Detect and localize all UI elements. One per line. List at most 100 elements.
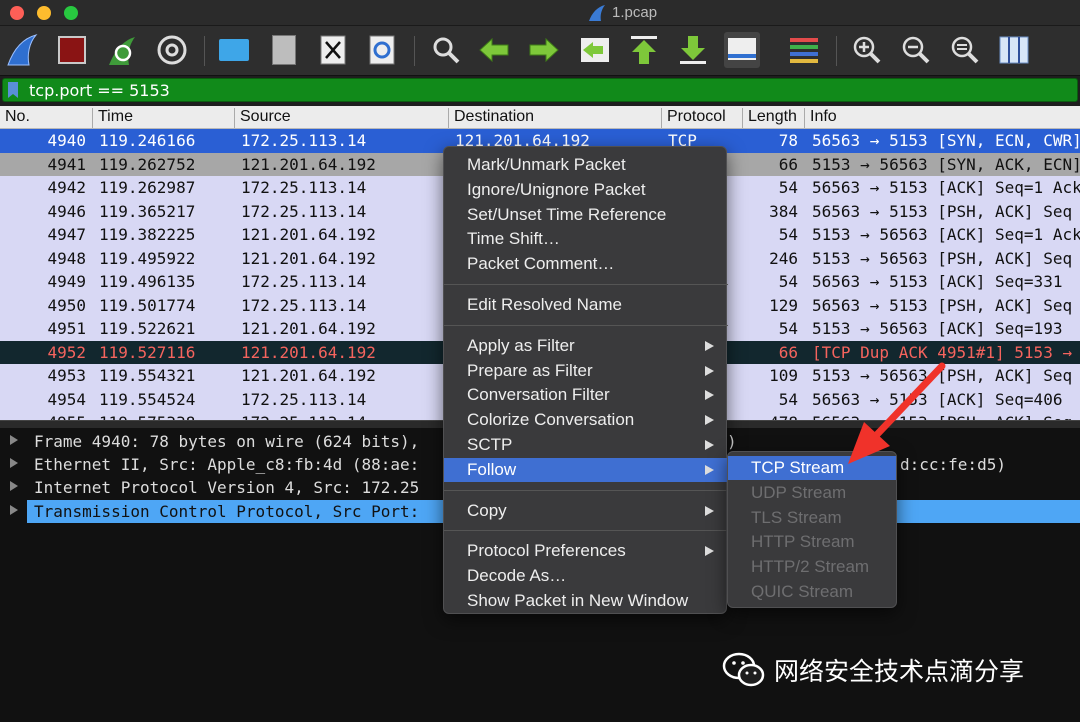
packet-cell-time: 119.262752: [99, 154, 196, 174]
packet-cell-len: 78: [778, 131, 798, 150]
menu-item-apply-as-filter[interactable]: Apply as Filter: [444, 334, 728, 358]
go-first-icon[interactable]: [626, 32, 662, 68]
menu-item-conversation-filter[interactable]: Conversation Filter: [444, 383, 728, 407]
menu-item-sctp[interactable]: SCTP: [444, 433, 728, 457]
expand-triangle-icon[interactable]: [10, 505, 18, 515]
expand-triangle-icon[interactable]: [10, 481, 18, 491]
submenu-arrow-icon: [705, 390, 714, 401]
go-to-packet-icon[interactable]: [577, 32, 613, 68]
autoscroll-icon[interactable]: [724, 32, 760, 68]
column-header-time[interactable]: Time: [92, 108, 133, 128]
menu-item-label: Edit Resolved Name: [467, 295, 622, 314]
column-header-info[interactable]: Info: [804, 108, 837, 128]
open-file-icon[interactable]: [216, 32, 252, 68]
detail-text: Frame 4940: 78 bytes on wire (624 bits),: [34, 432, 420, 451]
packet-cell-len: 54: [778, 389, 798, 409]
packet-cell-len: 384: [769, 201, 798, 221]
capture-options-icon[interactable]: [154, 32, 190, 68]
submenu-arrow-icon: [705, 365, 714, 376]
submenu-item-http-2-stream: HTTP/2 Stream: [751, 557, 870, 577]
save-file-icon[interactable]: [266, 32, 302, 68]
submenu-arrow-icon: [705, 340, 714, 351]
zoom-normal-icon[interactable]: [947, 32, 983, 68]
packet-cell-time: 119.522621: [99, 319, 196, 338]
submenu-item-tls-stream: TLS Stream: [751, 507, 842, 527]
column-header-destination[interactable]: Destination: [448, 108, 534, 128]
menu-item-decode-as[interactable]: Decode As…: [444, 564, 728, 588]
packet-cell-info: 56563 → 5153 [ACK] Seq=331: [812, 272, 1063, 291]
minimize-window-button[interactable]: [37, 6, 51, 20]
stop-capture-icon[interactable]: [54, 32, 90, 68]
menu-item-show-packet-in-new-window[interactable]: Show Packet in New Window: [444, 589, 728, 613]
menu-item-label: Show Packet in New Window: [467, 591, 689, 610]
menu-item-prepare-as-filter[interactable]: Prepare as Filter: [444, 359, 728, 383]
zoom-window-button[interactable]: [64, 6, 78, 20]
colorize-icon[interactable]: [786, 32, 822, 68]
packet-cell-no: 4954: [47, 389, 86, 409]
packet-cell-src: 121.201.64.192: [241, 248, 376, 268]
packet-cell-len: 129: [769, 295, 798, 315]
resize-columns-icon[interactable]: [996, 32, 1032, 68]
restart-capture-icon[interactable]: [104, 32, 140, 68]
column-header-source[interactable]: Source: [234, 108, 291, 128]
zoom-in-icon[interactable]: [849, 32, 885, 68]
window-title: 1.pcap: [588, 4, 657, 21]
menu-item-packet-comment[interactable]: Packet Comment…: [444, 252, 728, 276]
packet-cell-src: 121.201.64.192: [241, 342, 376, 362]
menu-item-label: Packet Comment…: [467, 254, 615, 274]
packet-cell-info: 5153 → 56563 [SYN, ACK, ECN]: [812, 154, 1080, 174]
close-window-button[interactable]: [10, 6, 24, 20]
close-file-icon[interactable]: [315, 32, 351, 68]
menu-item-set-unset-time-reference[interactable]: Set/Unset Time Reference: [444, 203, 728, 227]
packet-cell-no: 4950: [47, 295, 86, 315]
menu-item-copy[interactable]: Copy: [444, 499, 728, 523]
submenu-arrow-icon: [705, 505, 714, 516]
reload-file-icon[interactable]: [364, 32, 400, 68]
detail-text: Internet Protocol Version 4, Src: 172.25: [34, 478, 420, 497]
menu-item-ignore-unignore-packet[interactable]: Ignore/Unignore Packet: [444, 178, 728, 202]
menu-item-label: Mark/Unmark Packet: [467, 155, 626, 174]
zoom-out-icon[interactable]: [898, 32, 934, 68]
detail-text: Transmission Control Protocol, Src Port:: [34, 502, 420, 521]
menu-item-mark-unmark-packet[interactable]: Mark/Unmark Packet: [444, 153, 728, 177]
menu-item-edit-resolved-name[interactable]: Edit Resolved Name: [444, 293, 728, 317]
menu-item-follow[interactable]: Follow: [444, 457, 728, 482]
packet-cell-len: 246: [769, 248, 798, 268]
submenu-arrow-icon: [705, 415, 714, 426]
watermark: 网络安全技术点滴分享: [722, 650, 1024, 690]
packet-cell-src: 121.201.64.192: [241, 225, 376, 244]
packet-cell-info: 56563 → 5153 [PSH, ACK] Seq: [812, 295, 1073, 315]
packet-cell-src: 172.25.113.14: [241, 131, 367, 150]
packet-cell-no: 4941: [47, 154, 86, 174]
packet-cell-no: 4940: [47, 131, 86, 150]
display-filter-input[interactable]: [2, 78, 1078, 102]
menu-item-label: Set/Unset Time Reference: [467, 204, 667, 224]
packet-cell-no: 4955: [0, 413, 86, 420]
packet-cell-no: 4949: [47, 272, 86, 291]
shark-fin-icon[interactable]: [4, 32, 40, 68]
menu-item-label: Follow: [467, 459, 517, 479]
menu-item-protocol-preferences[interactable]: Protocol Preferences: [444, 539, 728, 563]
packet-cell-src: 172.25.113.14: [241, 295, 367, 315]
menu-item-label: Time Shift…: [467, 229, 560, 249]
packet-cell-time: 119.495922: [99, 248, 196, 268]
expand-triangle-icon[interactable]: [10, 458, 18, 468]
go-forward-icon[interactable]: [526, 32, 562, 68]
packet-cell-info: 5153 → 56563 [ACK] Seq=1 Ack: [812, 225, 1080, 244]
submenu-item-quic-stream: QUIC Stream: [751, 582, 854, 601]
column-header-protocol[interactable]: Protocol: [661, 108, 726, 128]
column-header-no[interactable]: No.: [0, 108, 30, 128]
go-last-icon[interactable]: [675, 32, 711, 68]
menu-item-label: Protocol Preferences: [467, 541, 626, 561]
packet-cell-time: 119.382225: [99, 225, 196, 244]
expand-triangle-icon[interactable]: [10, 435, 18, 445]
menu-item-colorize-conversation[interactable]: Colorize Conversation: [444, 408, 728, 432]
find-packet-icon[interactable]: [428, 32, 464, 68]
annotation-arrow-icon: [848, 362, 946, 464]
column-header-length[interactable]: Length: [742, 108, 802, 128]
menu-separator: [444, 530, 728, 532]
go-back-icon[interactable]: [476, 32, 512, 68]
display-filter-bar: [0, 76, 1080, 104]
wireshark-fin-icon: [589, 4, 605, 21]
menu-item-time-shift[interactable]: Time Shift…: [444, 227, 728, 251]
